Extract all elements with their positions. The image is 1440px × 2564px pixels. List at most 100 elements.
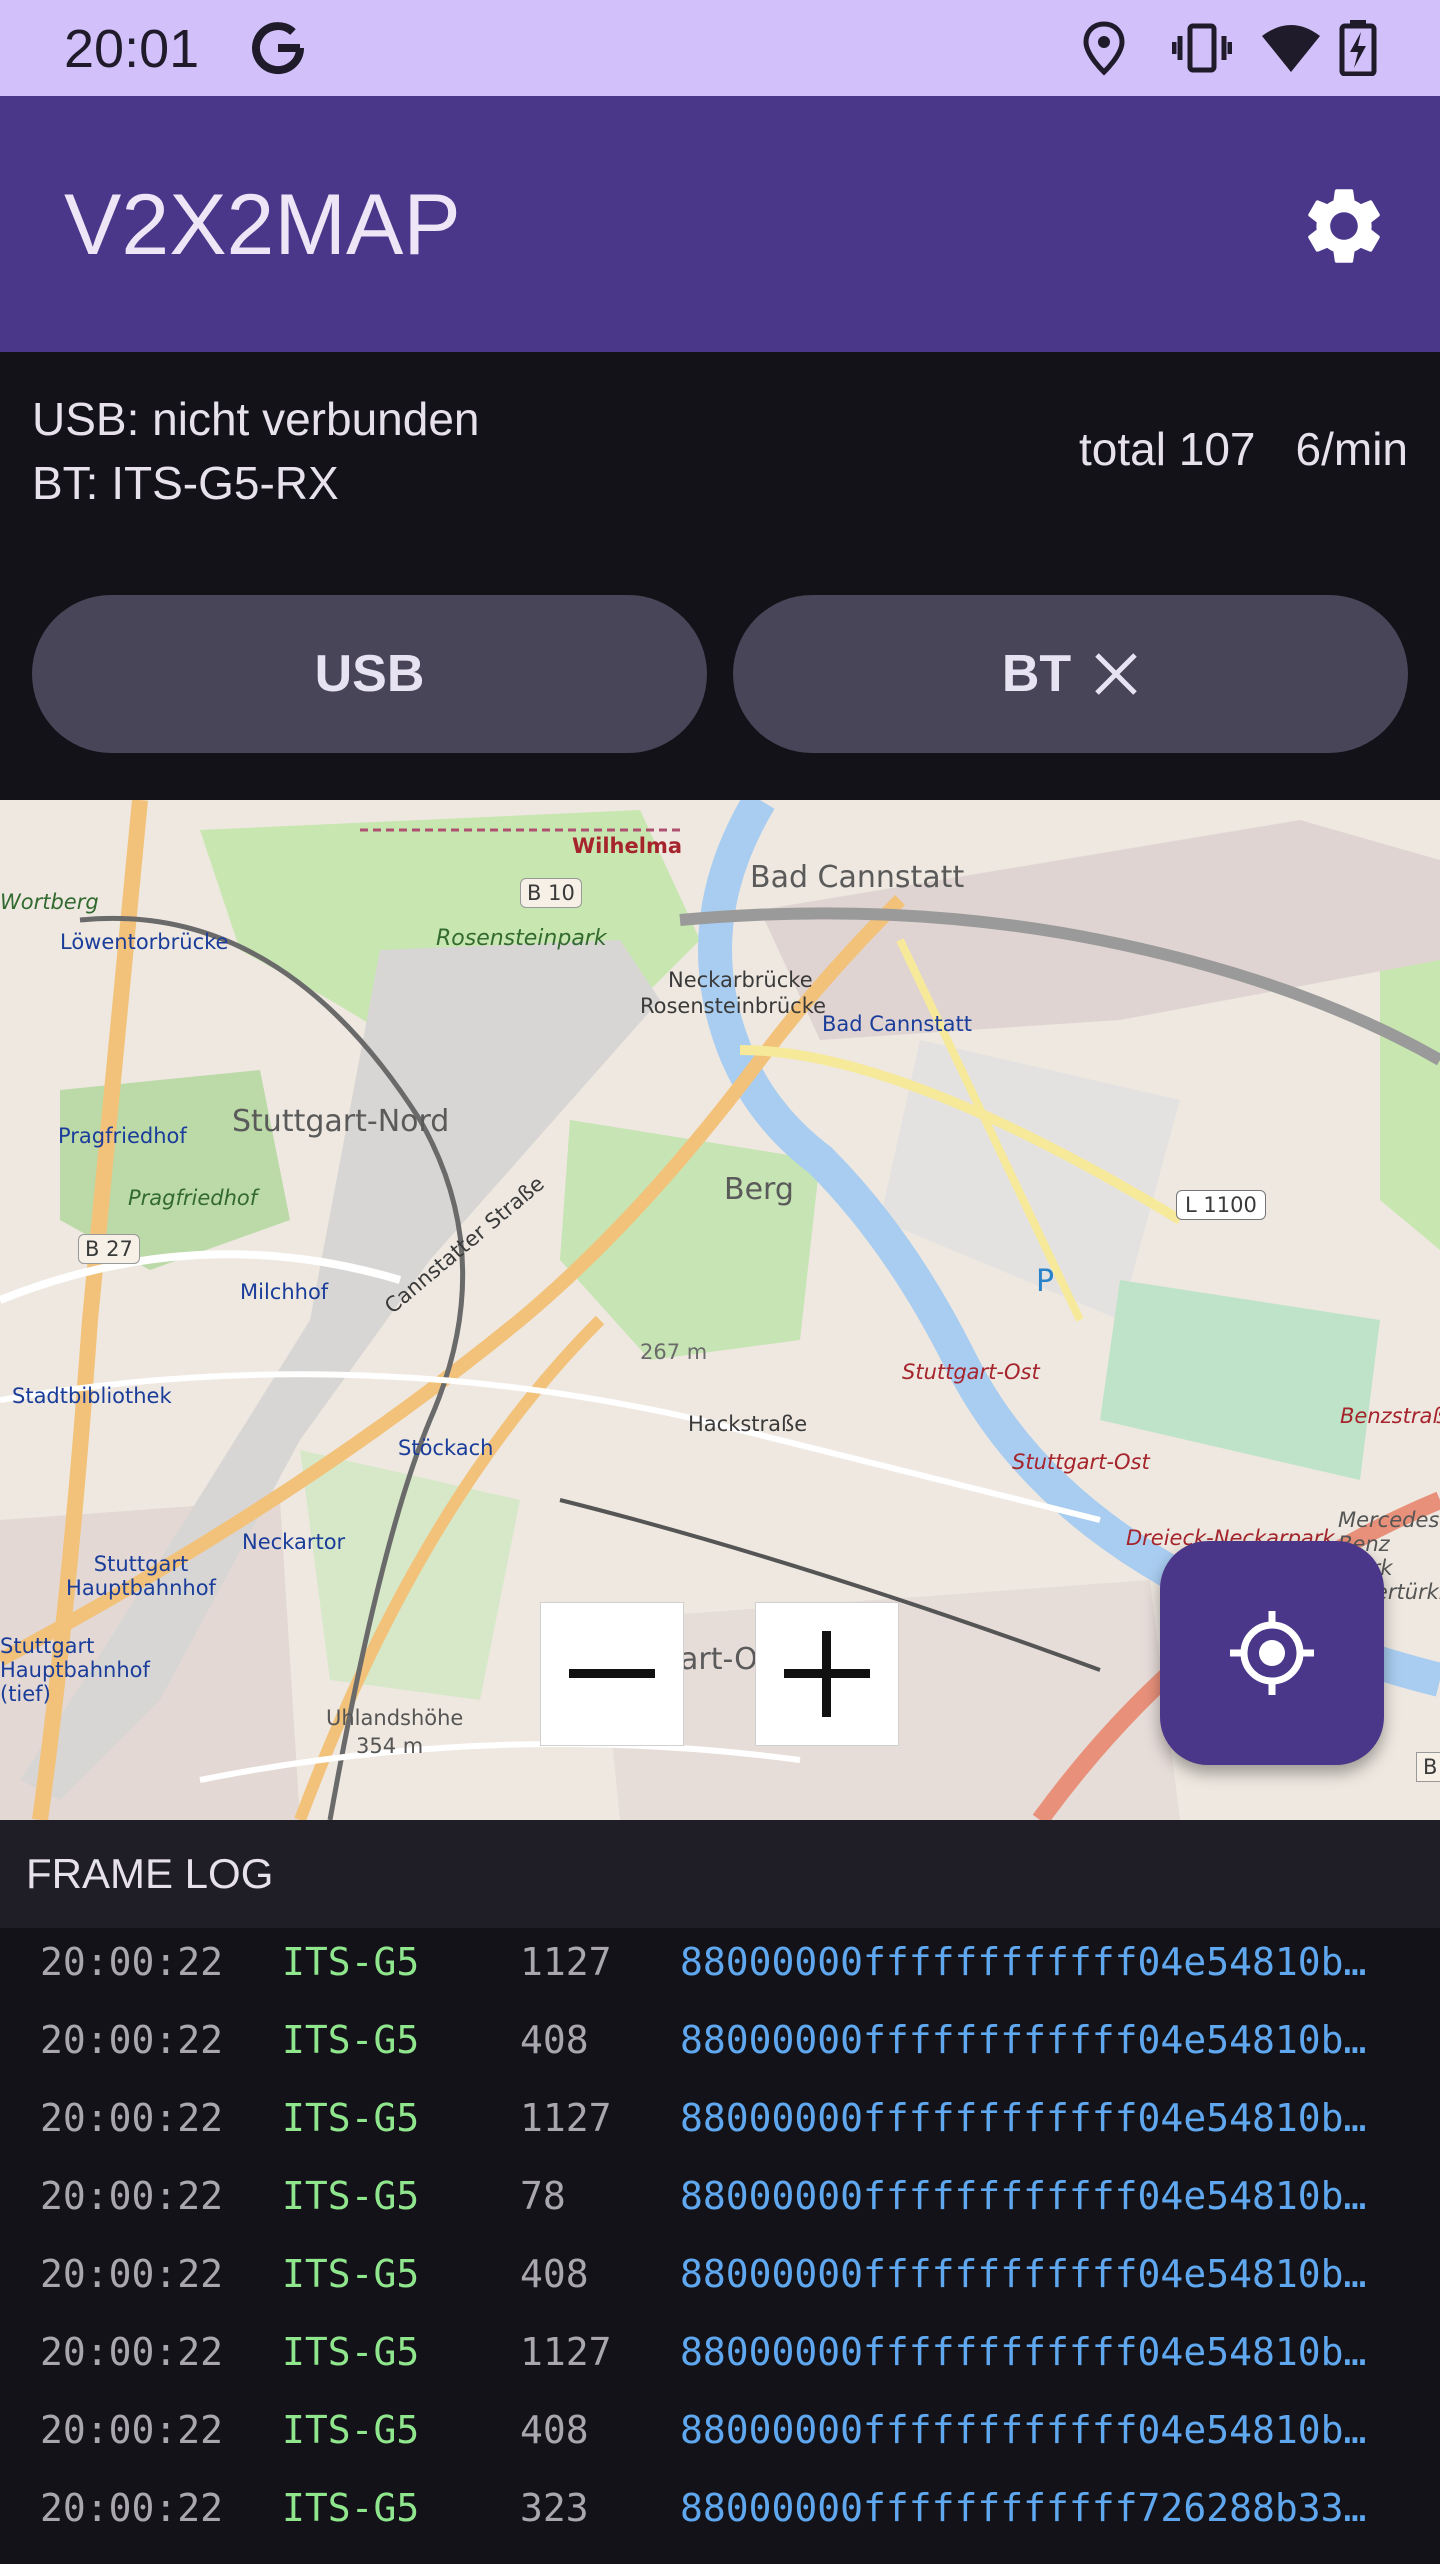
frame-log-row[interactable]: 20:00:22 ITS-G5 323 88000000ffffffffffff726…	[0, 2486, 1440, 2564]
frame-protocol: ITS-G5	[282, 2018, 420, 2062]
frame-length: 408	[520, 2408, 589, 2452]
map-view[interactable]: Wilhelma B 10 Bad Cannstatt Wortberg Löw…	[0, 800, 1440, 1820]
frame-length: 1127	[520, 2096, 612, 2140]
frame-length: 1127	[520, 2330, 612, 2374]
usb-button-label: USB	[314, 645, 425, 703]
map-label: Stuttgart Hauptbahnhof	[66, 1552, 216, 1600]
map-label: Wortberg	[0, 890, 99, 914]
my-location-icon	[1230, 1611, 1314, 1695]
map-label: Uhlandshöhe	[326, 1706, 464, 1730]
frame-length: 1127	[520, 1940, 612, 1984]
frame-protocol: ITS-G5	[282, 2330, 420, 2374]
location-icon	[1083, 21, 1125, 76]
frame-time: 20:00:22	[40, 2330, 224, 2374]
map-label: Hackstraße	[688, 1412, 808, 1436]
frame-log-title: FRAME LOG	[26, 1850, 274, 1897]
zoom-out-button[interactable]	[541, 1603, 683, 1745]
frame-rate: 6/min	[1295, 423, 1408, 475]
total-count: total 107	[1079, 423, 1256, 475]
frame-time: 20:00:22	[40, 1940, 224, 1984]
map-label: Neckarbrücke	[668, 968, 813, 992]
map-label: Pragfriedhof	[128, 1186, 258, 1210]
zoom-in-button[interactable]	[756, 1603, 898, 1745]
battery-charging-icon	[1339, 20, 1377, 76]
map-label: B 10	[520, 878, 582, 908]
frame-payload: 88000000ffffffffffff04e54810b…	[680, 2174, 1367, 2218]
map-label: Stuttgart Hauptbahnhof (tief)	[0, 1634, 150, 1706]
frame-protocol: ITS-G5	[282, 1940, 420, 1984]
map-label: L 1100	[1176, 1190, 1266, 1220]
parking-icon: P	[1036, 1264, 1055, 1299]
map-label: Berg	[724, 1172, 794, 1207]
frame-time: 20:00:22	[40, 2174, 224, 2218]
frame-log-row[interactable]: 20:00:22 ITS-G5 408 88000000ffffffffffff04e…	[0, 2408, 1440, 2486]
frame-length: 408	[520, 2018, 589, 2062]
frame-protocol: ITS-G5	[282, 2174, 420, 2218]
map-label: Stuttgart-Nord	[232, 1104, 450, 1139]
bt-button[interactable]: BT	[733, 595, 1408, 753]
frame-log-row[interactable]: 20:00:22 ITS-G5 1127 88000000ffffffffffff04…	[0, 2096, 1440, 2174]
connection-panel: USB: nicht verbunden BT: ITS-G5-RX total…	[0, 352, 1440, 800]
map-label: Stuttgart-Ost	[1012, 1450, 1150, 1474]
close-icon	[1095, 653, 1137, 695]
map-label: Milchhof	[240, 1280, 329, 1304]
gear-icon[interactable]	[1298, 180, 1390, 272]
app-bar: V2X2MAP	[0, 96, 1440, 352]
frame-log-row[interactable]: 20:00:22 ITS-G5 1127 88000000ffffffffffff04…	[0, 1940, 1440, 2018]
map-label: Pragfriedhof	[58, 1124, 187, 1148]
map-label: Stadtbibliothek	[12, 1384, 172, 1408]
frame-length: 408	[520, 2252, 589, 2296]
app-title: V2X2MAP	[64, 177, 461, 273]
frame-time: 20:00:22	[40, 2486, 224, 2530]
frame-log-header: FRAME LOG	[0, 1820, 1440, 1928]
map-label: Stuttgart-Ost	[902, 1360, 1040, 1384]
map-label: Löwentorbrücke	[60, 930, 229, 954]
frame-payload: 88000000ffffffffffff04e54810b…	[680, 2252, 1367, 2296]
frame-payload: 88000000ffffffffffff04e54810b…	[680, 2018, 1367, 2062]
map-label: Bad Cannstatt	[750, 860, 965, 895]
my-location-button[interactable]	[1160, 1541, 1384, 1765]
frame-length: 323	[520, 2486, 589, 2530]
map-label: Rosensteinbrücke	[640, 994, 827, 1018]
frame-log-row[interactable]: 20:00:22 ITS-G5 408 88000000ffffffffffff04e…	[0, 2018, 1440, 2096]
frame-stats: total 107 6/min	[1079, 422, 1408, 476]
vibrate-icon	[1172, 23, 1232, 73]
frame-log-list[interactable]: 20:00:22 ITS-G5 1127 88000000ffffffffffff04…	[0, 1928, 1440, 2560]
frame-payload: 88000000ffffffffffff726288b33…	[680, 2486, 1367, 2530]
usb-status: USB: nicht verbunden	[32, 393, 480, 445]
usb-button[interactable]: USB	[32, 595, 707, 753]
frame-protocol: ITS-G5	[282, 2408, 420, 2452]
frame-log-row[interactable]: 20:00:22 ITS-G5 408 88000000ffffffffffff04e…	[0, 2252, 1440, 2330]
status-bar: 20:01	[0, 0, 1440, 96]
frame-time: 20:00:22	[40, 2408, 224, 2452]
frame-time: 20:00:22	[40, 2018, 224, 2062]
map-label: Wilhelma	[572, 834, 683, 858]
bt-status: BT: ITS-G5-RX	[32, 457, 339, 509]
frame-payload: 88000000ffffffffffff04e54810b…	[680, 2330, 1367, 2374]
frame-log-row[interactable]: 20:00:22 ITS-G5 78 88000000ffffffffffff04e5…	[0, 2174, 1440, 2252]
frame-length: 78	[520, 2174, 566, 2218]
map-label: 354 m	[356, 1734, 424, 1758]
frame-time: 20:00:22	[40, 2096, 224, 2140]
wifi-icon	[1262, 25, 1320, 72]
frame-protocol: ITS-G5	[282, 2096, 420, 2140]
frame-time: 20:00:22	[40, 2252, 224, 2296]
status-time: 20:01	[64, 19, 200, 79]
frame-payload: 88000000ffffffffffff04e54810b…	[680, 1940, 1367, 1984]
google-icon	[252, 22, 305, 75]
map-label: Bad Cannstatt	[822, 1012, 972, 1036]
frame-payload: 88000000ffffffffffff04e54810b…	[680, 2408, 1367, 2452]
map-label: B 27	[78, 1234, 140, 1264]
minus-icon	[569, 1669, 655, 1678]
map-label: Benzstraße	[1340, 1404, 1440, 1428]
frame-log-row[interactable]: 20:00:22 ITS-G5 1127 88000000ffffffffffff04…	[0, 2330, 1440, 2408]
map-label: Stöckach	[398, 1436, 494, 1460]
plus-icon	[784, 1631, 870, 1717]
map-label: Neckartor	[242, 1530, 346, 1554]
frame-protocol: ITS-G5	[282, 2486, 420, 2530]
bt-button-label: BT	[1001, 645, 1072, 703]
map-label: Rosensteinpark	[436, 926, 607, 951]
frame-protocol: ITS-G5	[282, 2252, 420, 2296]
frame-payload: 88000000ffffffffffff04e54810b…	[680, 2096, 1367, 2140]
map-label: 267 m	[640, 1340, 708, 1364]
